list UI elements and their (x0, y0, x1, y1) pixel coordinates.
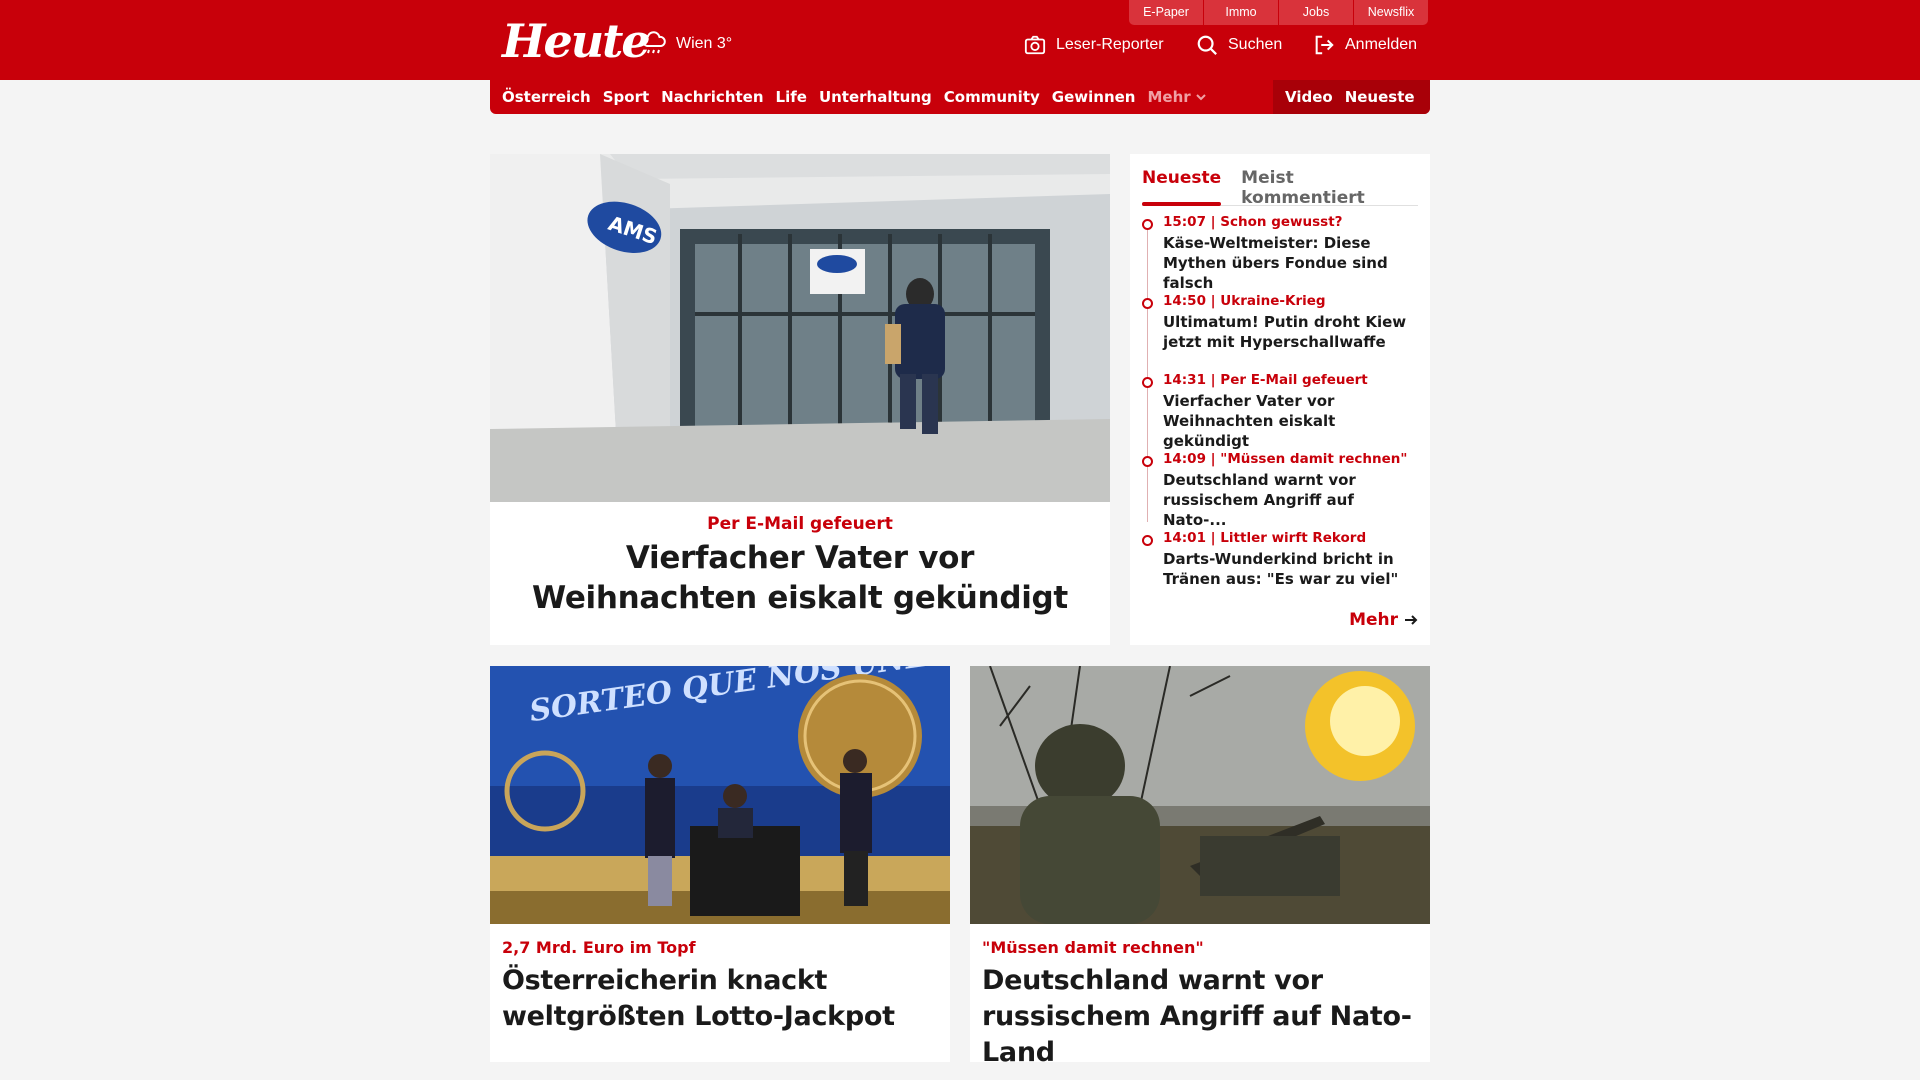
nav-item-nachrichten[interactable]: Nachrichten (661, 88, 763, 106)
ticker-meta: 14:50 | Ukraine-Krieg (1163, 293, 1326, 309)
nav-more-label: Mehr (1147, 88, 1191, 106)
nav-item-life[interactable]: Life (776, 88, 807, 106)
timeline-dot-icon (1142, 456, 1153, 467)
leser-reporter-button[interactable]: Leser-Reporter (1024, 34, 1164, 56)
main-nav: Österreich Sport Nachrichten Life Unterh… (490, 80, 1430, 114)
top-bar (0, 0, 1920, 80)
ticker-meta: 14:31 | Per E-Mail gefeuert (1163, 372, 1368, 388)
camera-icon (1024, 35, 1046, 55)
tab-meist-kommentiert[interactable]: Meist kommentiert (1241, 162, 1418, 208)
epaper-link[interactable]: E-Paper (1129, 0, 1203, 25)
article-card-nato[interactable]: "Müssen damit rechnen" Deutschland warnt… (970, 666, 1430, 1068)
latest-news-sidebar: Neueste Meist kommentiert 15:07 | Schon … (1130, 154, 1430, 645)
lead-kicker: Per E-Mail gefeuert (707, 514, 893, 534)
chevron-down-icon (1195, 94, 1206, 101)
nato-headline[interactable]: Deutschland warnt vor russischem Angriff… (982, 963, 1418, 1071)
jobs-link[interactable]: Jobs (1279, 0, 1353, 25)
ticker-meta: 14:01 | Littler wirft Rekord (1163, 530, 1367, 546)
list-item[interactable]: 14:50 | Ukraine-Krieg Ultimatum! Putin d… (1142, 293, 1418, 372)
newsflix-link[interactable]: Newsflix (1354, 0, 1428, 25)
search-button[interactable]: Suchen (1196, 34, 1282, 56)
nav-item-community[interactable]: Community (944, 88, 1040, 106)
timeline-dot-icon (1142, 535, 1153, 546)
lead-article[interactable]: AMS Per E-Mail gefeuert Vierfacher Vater… (490, 154, 1110, 645)
search-icon (1197, 35, 1217, 55)
article-card-lotto[interactable]: SORTEO QUE NOS UNE 2,7 Mrd. Euro im Topf… (490, 666, 950, 1062)
nav-more-dropdown[interactable]: Mehr (1147, 88, 1206, 106)
list-item[interactable]: 15:07 | Schon gewusst? Käse-Weltmeister:… (1142, 214, 1418, 293)
rain-cloud-icon (642, 31, 666, 54)
nato-article-image[interactable] (970, 666, 1430, 924)
nato-kicker: "Müssen damit rechnen" (982, 938, 1204, 957)
login-icon (1315, 35, 1334, 55)
more-news-label: Mehr (1349, 610, 1398, 630)
login-label: Anmelden (1345, 36, 1418, 53)
leser-reporter-label: Leser-Reporter (1056, 36, 1164, 53)
immo-link[interactable]: Immo (1204, 0, 1278, 25)
nav-right-group: Video Neueste (1273, 80, 1430, 114)
timeline-dot-icon (1142, 377, 1153, 388)
heute-logo[interactable]: Heute (502, 14, 651, 68)
nav-item-video[interactable]: Video (1285, 88, 1333, 106)
lead-article-image[interactable]: AMS (490, 154, 1110, 502)
more-news-link[interactable]: Mehr (1349, 610, 1418, 630)
nav-item-neueste[interactable]: Neueste (1345, 88, 1415, 106)
timeline-dot-icon (1142, 298, 1153, 309)
list-item[interactable]: 14:31 | Per E-Mail gefeuert Vierfacher V… (1142, 372, 1418, 451)
tab-neueste[interactable]: Neueste (1142, 162, 1222, 206)
news-ticker: 15:07 | Schon gewusst? Käse-Weltmeister:… (1142, 214, 1418, 609)
ticker-title[interactable]: Käse-Weltmeister: Diese Mythen übers Fon… (1163, 233, 1418, 293)
ticker-title[interactable]: Ultimatum! Putin droht Kiew jetzt mit Hy… (1163, 312, 1418, 352)
arrow-right-icon (1405, 615, 1418, 625)
nav-item-sport[interactable]: Sport (603, 88, 649, 106)
nav-item-gewinnen[interactable]: Gewinnen (1052, 88, 1136, 106)
weather-label: Wien 3° (676, 35, 733, 52)
weather-widget[interactable]: Wien 3° (640, 30, 732, 58)
nav-item-unterhaltung[interactable]: Unterhaltung (819, 88, 932, 106)
ticker-meta: 15:07 | Schon gewusst? (1163, 214, 1343, 230)
search-label: Suchen (1228, 36, 1283, 53)
list-item[interactable]: 14:01 | Littler wirft Rekord Darts-Wunde… (1142, 530, 1418, 609)
ticker-title[interactable]: Darts-Wunderkind bricht in Tränen aus: "… (1163, 549, 1418, 589)
ticker-meta: 14:09 | "Müssen damit rechnen" (1163, 451, 1408, 467)
lotto-kicker: 2,7 Mrd. Euro im Topf (502, 938, 696, 957)
lead-headline[interactable]: Vierfacher Vater vor Weihnachten eiskalt… (510, 538, 1090, 618)
ticker-title[interactable]: Vierfacher Vater vor Weihnachten eiskalt… (1163, 391, 1418, 451)
ticker-title[interactable]: Deutschland warnt vor russischem Angriff… (1163, 470, 1418, 530)
sidebar-tabs: Neueste Meist kommentiert (1142, 162, 1418, 208)
lotto-article-image[interactable]: SORTEO QUE NOS UNE (490, 666, 950, 924)
lotto-headline[interactable]: Österreicherin knackt weltgrößten Lotto-… (502, 963, 938, 1035)
nav-item-oesterreich[interactable]: Österreich (502, 88, 591, 106)
login-button[interactable]: Anmelden (1313, 34, 1417, 56)
list-item[interactable]: 14:09 | "Müssen damit rechnen" Deutschla… (1142, 451, 1418, 530)
timeline-dot-icon (1142, 219, 1153, 230)
service-tabs: E-Paper Immo Jobs Newsflix (1129, 0, 1428, 25)
